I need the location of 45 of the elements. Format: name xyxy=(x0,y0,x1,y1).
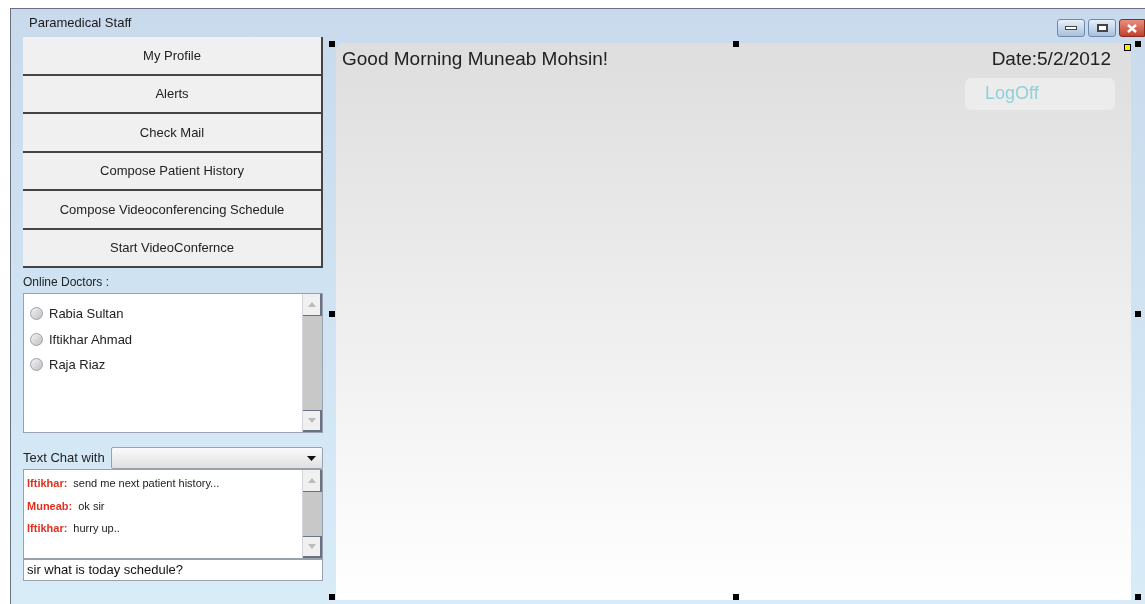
greeting: Good Morning Muneab Mohsin! xyxy=(342,47,609,71)
selection-handle[interactable] xyxy=(329,594,335,600)
nav-button[interactable]: Compose Videoconferencing Schedule xyxy=(23,191,323,230)
scrollbar[interactable] xyxy=(302,470,322,558)
chat-sender: Iftikhar: xyxy=(27,521,68,536)
chat-message: ok sir xyxy=(78,498,105,514)
selection-handle[interactable] xyxy=(329,311,335,317)
selection-handle[interactable] xyxy=(733,41,739,47)
window-title: Paramedical Staff xyxy=(29,14,132,33)
chat-sender: Muneab: xyxy=(27,498,73,514)
scrollbar[interactable] xyxy=(302,294,322,432)
doctor-name: Raja Riaz xyxy=(49,356,106,374)
nav-button[interactable]: Alerts xyxy=(23,75,323,114)
selection-handle[interactable] xyxy=(1135,311,1141,317)
maximize-icon xyxy=(1096,24,1108,32)
chat-dropdown[interactable] xyxy=(110,447,323,469)
up-arrow-icon xyxy=(307,302,316,307)
chat-message: send me next patient history... xyxy=(73,476,220,491)
selection-handle[interactable] xyxy=(329,41,335,47)
section-label: Online Doctors : xyxy=(23,274,111,291)
radio-button[interactable] xyxy=(30,358,43,372)
close-icon xyxy=(1127,23,1137,33)
minimize-icon xyxy=(1065,26,1077,30)
close-button[interactable] xyxy=(1119,19,1145,37)
message-input[interactable]: sir what is today schedule? xyxy=(23,559,323,581)
chat-message: hurry up.. xyxy=(73,521,120,536)
date-text: Date:5/2/2012 xyxy=(991,47,1111,71)
doctor-name: Iftikhar Ahmad xyxy=(49,330,133,349)
nav-button[interactable]: My Profile xyxy=(23,37,323,76)
minimize-button[interactable] xyxy=(1057,19,1085,37)
up-arrow-icon xyxy=(307,478,316,483)
nav-button[interactable]: Start VideoConfernce xyxy=(23,229,323,268)
down-arrow-icon xyxy=(307,418,316,423)
dropdown-caret-icon xyxy=(307,455,316,461)
nav-button[interactable]: Check Mail xyxy=(23,114,323,153)
selection-handle[interactable] xyxy=(1135,594,1141,600)
down-arrow-icon xyxy=(307,544,316,549)
nav-button[interactable]: Compose Patient History xyxy=(23,152,323,191)
maximize-button[interactable] xyxy=(1088,19,1116,37)
radio-button[interactable] xyxy=(30,332,43,346)
doctor-name: Rabia Sultan xyxy=(49,305,124,323)
chat-sender: Iftikhar: xyxy=(27,476,68,491)
selection-handle[interactable] xyxy=(733,594,739,600)
radio-button[interactable] xyxy=(30,307,43,321)
chat-label: Text Chat with xyxy=(23,449,105,468)
